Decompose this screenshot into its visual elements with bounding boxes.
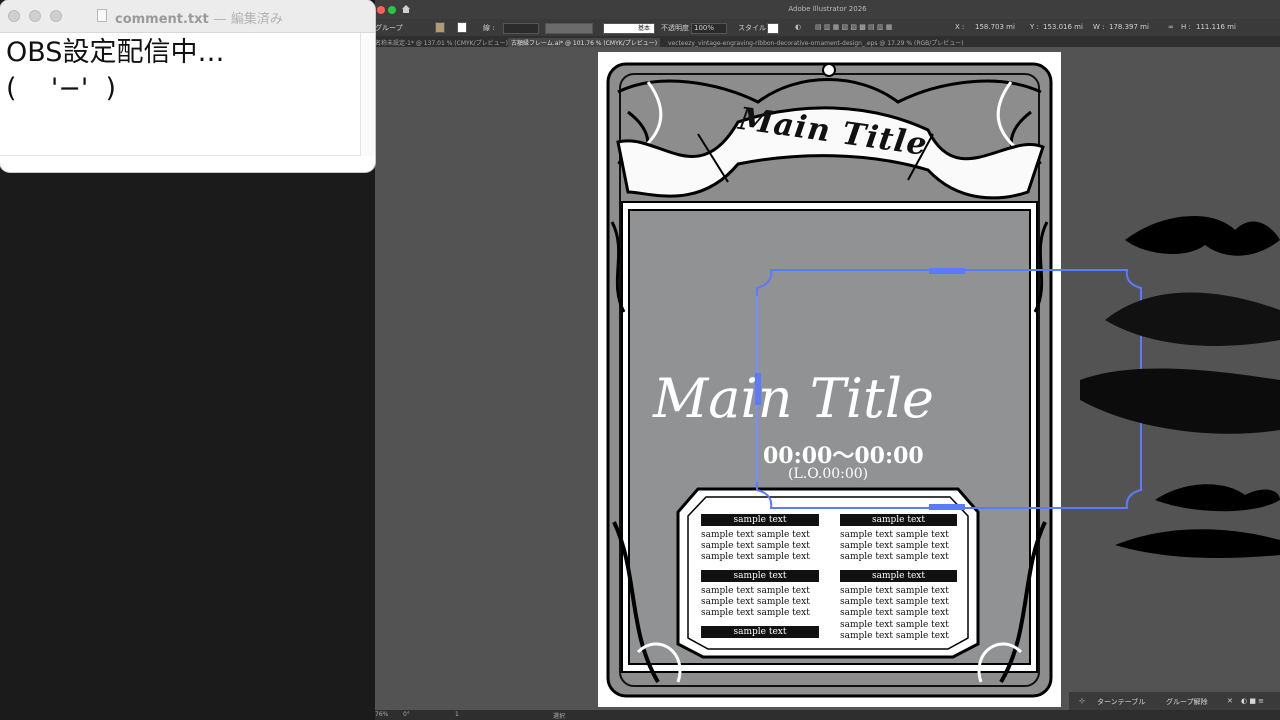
y-label: Y : [1030, 23, 1039, 31]
x-label: X : [955, 23, 965, 31]
graphic-style-swatch[interactable] [767, 23, 779, 34]
selection-handle [929, 504, 965, 510]
bottom-toolbar: ⊹ ターンテーブル グループ解除 ✕ ◐ ■ ≡ [1069, 692, 1280, 710]
close-button[interactable] [8, 10, 20, 22]
panel-line: sample text sample text [701, 586, 810, 596]
align-icons[interactable]: ▤ ▥ ▦ ▧ ▨ ▩ ▤ ▥ ▦ [815, 23, 892, 31]
control-bar: グループ 線 : 基本 不透明度 : 100% スタイル : ◐ ▤ ▥ ▦ ▧… [375, 19, 1280, 36]
panel-line: sample text sample text [701, 530, 810, 540]
panel-text: sample text sample text sample text samp… [840, 530, 949, 564]
text-editor-window: comment.txt — 編集済み OBS設定配信中… ( '−' ) [0, 0, 375, 172]
document-icon [97, 9, 107, 22]
panel-line: sample text sample text [840, 619, 949, 630]
editor-titlebar[interactable]: comment.txt — 編集済み [0, 0, 375, 33]
current-tool-mode: 選択 [553, 713, 566, 720]
desktop: comment.txt — 編集済み OBS設定配信中… ( '−' ) Ado… [0, 0, 1280, 720]
brush-style-field[interactable]: 基本 [603, 23, 655, 34]
panel-line: sample text sample text [840, 586, 949, 596]
tab-vecteezy[interactable]: vecteezy_vintage-engraving-ribbon-decora… [668, 38, 964, 47]
panel-line: sample text sample text [701, 541, 810, 552]
panel-header: sample text [840, 514, 957, 526]
status-bar: 76% 0° 1 選択 [375, 710, 1280, 720]
panel-line: sample text sample text [840, 552, 949, 563]
panel-line: sample text sample text [840, 608, 949, 619]
turn-table-button[interactable]: ターンテーブル [1097, 697, 1145, 707]
selection-handle [929, 268, 965, 274]
panel-text: sample text sample text sample text samp… [840, 586, 949, 642]
x-value[interactable]: 158.703 mi [975, 23, 1015, 31]
panel-header: sample text [701, 514, 819, 526]
stroke-weight-field[interactable] [503, 23, 539, 34]
y-value[interactable]: 153.016 mi [1043, 23, 1083, 31]
document-tabs: 名称未設定-1* @ 137.01 % (CMYK/プレビュー) 古額縁フレーム… [375, 36, 1280, 47]
artboard-number[interactable]: 1 [455, 711, 459, 718]
editor-line: ( '−' ) [6, 73, 117, 104]
panel-text: sample text sample text sample text samp… [701, 530, 810, 564]
panel-line: sample text sample text [840, 530, 949, 540]
stroke-swatch[interactable] [457, 22, 467, 33]
panel-line: sample text sample text [701, 608, 810, 619]
panel-line: sample text sample text [701, 597, 810, 608]
opacity-field[interactable]: 100% [691, 23, 727, 34]
selection-handle [755, 373, 761, 405]
link-icon[interactable]: ∞ [1168, 23, 1174, 31]
rotation-value[interactable]: 0° [403, 711, 410, 718]
w-label: W : [1093, 23, 1105, 31]
h-label: H : [1181, 23, 1191, 31]
close-icon[interactable]: ✕ [1227, 697, 1233, 705]
editor-line: OBS設定配信中… [6, 37, 225, 68]
editor-vertical-scrollbar[interactable] [360, 33, 375, 156]
editor-divider [0, 155, 360, 156]
panel-header: sample text [701, 626, 819, 638]
window-title: comment.txt — 編集済み [115, 8, 283, 27]
opacity-label: 不透明度 : [661, 24, 694, 32]
options-icon[interactable]: ◐ ■ ≡ [1241, 697, 1264, 705]
zoom-button[interactable] [50, 10, 62, 22]
panel-line: sample text sample text [840, 630, 949, 641]
stroke-label: 線 : [483, 24, 495, 32]
app-title: Adobe Illustrator 2026 [788, 5, 867, 13]
ungroup-button[interactable]: グループ解除 [1166, 697, 1208, 707]
window-title-separator: — [213, 12, 227, 27]
style-label: スタイル : [738, 24, 771, 32]
minimize-button[interactable] [29, 10, 41, 22]
window-filename: comment.txt [115, 12, 209, 27]
panel-line: sample text sample text [840, 597, 949, 608]
tool-icon[interactable]: ⊹ [1079, 697, 1085, 705]
panel-line: sample text sample text [701, 552, 810, 563]
recolor-icon[interactable]: ◐ [795, 23, 801, 31]
panel-line: sample text sample text [840, 541, 949, 552]
brush-style-value: 基本 [637, 25, 650, 32]
illustrator-window: Adobe Illustrator 2026 グループ 線 : 基本 不透明度 … [375, 0, 1280, 720]
w-value[interactable]: 178.397 mi [1109, 23, 1149, 31]
opacity-value: 100% [694, 24, 715, 32]
ornament-elements[interactable] [1075, 200, 1280, 570]
tab-untitled[interactable]: 名称未設定-1* @ 137.01 % (CMYK/プレビュー) [375, 38, 508, 47]
h-value[interactable]: 111.116 mi [1196, 23, 1236, 31]
fill-swatch[interactable] [435, 22, 445, 33]
zoom-level[interactable]: 76% [375, 711, 388, 718]
panel-text: sample text sample text sample text samp… [701, 586, 810, 620]
panel-header: sample text [701, 570, 819, 582]
tab-frame-document[interactable]: 古額縁フレーム.ai* @ 101.76 % (CMYK/プレビュー) [508, 38, 661, 47]
variable-width-profile[interactable] [545, 23, 593, 34]
selection-type-label: グループ [375, 24, 403, 32]
panel-header: sample text [840, 570, 957, 582]
editor-text-area[interactable]: OBS設定配信中… ( '−' ) [0, 33, 360, 156]
illustrator-titlebar[interactable]: Adobe Illustrator 2026 [375, 0, 1280, 19]
window-edited-state: 編集済み [230, 12, 283, 27]
